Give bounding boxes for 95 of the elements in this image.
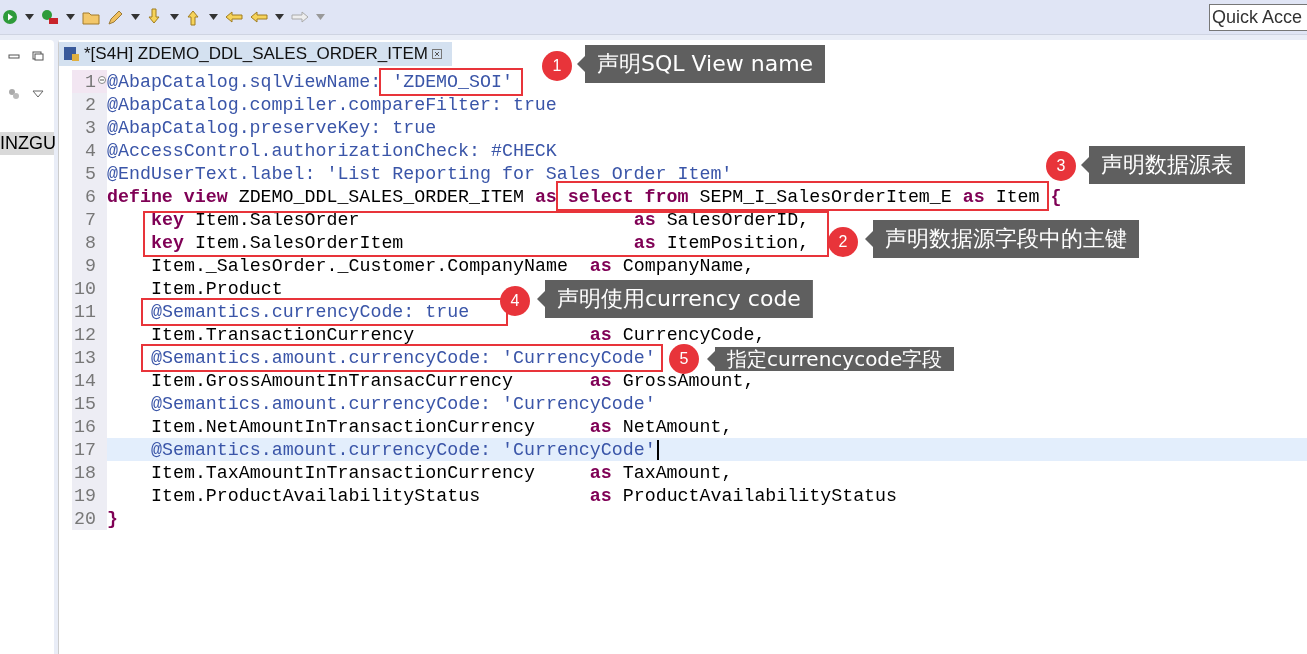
back-arrow-icon[interactable] <box>250 10 268 24</box>
code-token: ZDEMO_DDL_SALES_ORDER_ITEM <box>237 186 524 207</box>
caret-icon[interactable] <box>170 14 179 20</box>
code-token: Item.GrossAmountInTransacCurrency <box>151 370 514 391</box>
code-token: define <box>107 186 173 207</box>
code-token: as <box>533 186 557 207</box>
code-token: as <box>588 370 612 391</box>
code-token: as <box>588 324 612 345</box>
quick-access-field[interactable]: Quick Acce <box>1209 3 1307 31</box>
code-token: @Semantics.amount.currencyCode: 'CurrencyCode' <box>151 393 656 414</box>
pencil-icon[interactable] <box>107 8 124 26</box>
code-token: @Semantics.amount.currencyCode: 'CurrencyCode' <box>151 439 656 460</box>
code-token: 'ZDEMO_SOI' <box>391 71 513 92</box>
line-number: 5 <box>85 163 96 184</box>
minimize-icon[interactable] <box>8 51 20 61</box>
code-token: as <box>588 485 612 506</box>
code-token: TaxAmount, <box>621 462 733 483</box>
callout-label: 指定currencycode字段 <box>707 347 955 371</box>
code-token: Item.ProductAvailabilityStatus <box>151 485 481 506</box>
close-icon[interactable] <box>431 49 442 59</box>
line-number: 9 <box>85 255 96 276</box>
code-token: ProductAvailabilityStatus <box>621 485 897 506</box>
callout-label: 声明数据源字段中的主键 <box>865 220 1139 258</box>
caret-icon[interactable] <box>25 14 34 20</box>
code-token: view <box>182 186 228 207</box>
up-arrow-icon[interactable] <box>186 8 202 26</box>
line-number: 6 <box>85 186 96 207</box>
line-number: 12 <box>74 324 96 345</box>
code-token: Item.Product <box>151 278 283 299</box>
line-number: 2 <box>85 94 96 115</box>
run-toolbox-icon[interactable] <box>41 9 59 25</box>
code-token: { <box>1049 186 1062 207</box>
line-number: 17 <box>74 439 96 460</box>
code-token: Item <box>994 186 1040 207</box>
code-token: CurrencyCode, <box>621 324 766 345</box>
line-number: 13 <box>74 347 96 368</box>
code-token: ItemPosition, <box>665 232 810 253</box>
code-token: Item.TransactionCurrency <box>151 324 415 345</box>
code-token: as <box>632 209 656 230</box>
fold-icon[interactable] <box>98 76 106 84</box>
code-token: as <box>588 255 612 276</box>
code-token: key <box>151 209 184 230</box>
dropdown-icon[interactable] <box>32 90 44 98</box>
caret-icon[interactable] <box>131 14 140 20</box>
code-token: } <box>107 508 118 529</box>
folder-icon[interactable] <box>82 9 100 25</box>
code-token: @AbapCatalog.compiler.compareFilter: true <box>107 94 557 115</box>
editor-tab[interactable]: *[S4H] ZDEMO_DDL_SALES_ORDER_ITEM <box>59 42 452 66</box>
code-token: key <box>151 232 184 253</box>
tree-item[interactable]: INZGU <box>0 132 54 155</box>
code-token: from <box>643 186 689 207</box>
line-number: 19 <box>74 485 96 506</box>
code-token: Item.NetAmountInTransactionCurrency <box>151 416 535 437</box>
callout-label: 声明使用currency code <box>537 280 813 318</box>
code-token: @AccessControl.authorizationCheck: #CHECK <box>107 140 557 161</box>
code-token: @AbapCatalog.sqlViewName: <box>107 71 382 92</box>
code-token: Item.SalesOrderItem <box>193 232 404 253</box>
code-token: @Semantics.amount.currencyCode: 'CurrencyCode' <box>151 347 656 368</box>
line-number: 1 <box>85 71 96 92</box>
caret-icon[interactable] <box>66 14 75 20</box>
caret-icon[interactable] <box>209 14 218 20</box>
line-number: 10 <box>74 278 96 299</box>
line-number: 18 <box>74 462 96 483</box>
code-token: Item.SalesOrder <box>193 209 360 230</box>
line-number: 14 <box>74 370 96 391</box>
line-number: 11 <box>74 301 96 322</box>
code-token: as <box>588 416 612 437</box>
line-number: 15 <box>74 393 96 414</box>
line-number: 7 <box>85 209 96 230</box>
run-icon[interactable] <box>2 9 18 25</box>
line-number: 3 <box>85 117 96 138</box>
line-number: 4 <box>85 140 96 161</box>
code-token: as <box>588 462 612 483</box>
code-token: @Semantics.currencyCode: true <box>151 301 470 322</box>
code-token: SalesOrderID, <box>665 209 810 230</box>
code-token: @AbapCatalog.preserveKey: true <box>107 117 437 138</box>
code-token: SEPM_I_SalesOrderItem_E <box>698 186 952 207</box>
code-token: Item.TaxAmountInTransactionCurrency <box>151 462 535 483</box>
line-number: 16 <box>74 416 96 437</box>
caret-icon[interactable] <box>275 14 284 20</box>
code-token: NetAmount, <box>621 416 733 437</box>
code-token: Item._SalesOrder._Customer.CompanyName <box>151 255 568 276</box>
code-token: @EndUserText.label: 'List Reporting for Sales Order Item' <box>107 163 733 184</box>
code-token: select <box>566 186 634 207</box>
code-token: CompanyName, <box>621 255 755 276</box>
line-number: 20 <box>74 508 96 529</box>
code-token: as <box>632 232 656 253</box>
maximize-icon[interactable] <box>32 51 44 61</box>
file-lock-icon <box>63 45 80 63</box>
code-token: as <box>961 186 985 207</box>
callout-label: 声明数据源表 <box>1081 146 1245 184</box>
coins-icon[interactable] <box>8 88 20 100</box>
down-arrow-icon[interactable] <box>147 8 163 26</box>
callout-label: 声明SQL View name <box>577 45 826 83</box>
line-number: 8 <box>85 232 96 253</box>
